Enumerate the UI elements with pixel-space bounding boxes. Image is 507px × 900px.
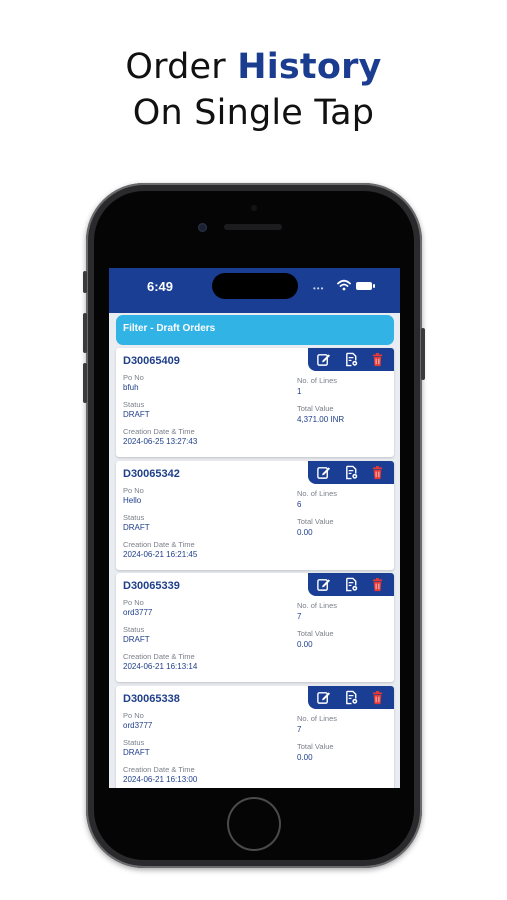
trash-icon[interactable] — [370, 690, 385, 705]
order-card[interactable]: D30065342 Po No Hello Status DRAFT Creation D… — [116, 461, 394, 570]
volume-down-button — [83, 363, 87, 403]
mute-switch — [83, 271, 87, 293]
lines-label: No. of Lines — [297, 714, 338, 723]
order-id: D30065339 — [123, 580, 180, 592]
po-no-value: Hello — [123, 496, 142, 505]
headline-plain: Order — [125, 47, 238, 87]
front-camera-icon — [198, 223, 207, 232]
po-no-value: ord3777 — [123, 608, 153, 617]
creation-value: 2024-06-21 16:21:45 — [123, 550, 198, 559]
po-no-label: Po No — [123, 486, 144, 495]
status-value: DRAFT — [123, 635, 150, 644]
order-id: D30065409 — [123, 355, 180, 367]
headline-accent: History — [237, 47, 382, 87]
card-actions — [308, 348, 394, 371]
status-time: 6:49 — [147, 279, 174, 294]
po-no-label: Po No — [123, 373, 144, 382]
document-view-icon[interactable] — [344, 577, 359, 592]
creation-value: 2024-06-25 13:27:43 — [123, 437, 198, 446]
total-label: Total Value — [297, 742, 334, 751]
document-view-icon[interactable] — [344, 352, 359, 367]
filter-label: Filter - Draft Orders — [123, 323, 216, 334]
creation-label: Creation Date & Time — [123, 427, 195, 436]
total-value: 0.00 — [297, 640, 313, 649]
card-actions — [308, 461, 394, 484]
creation-label: Creation Date & Time — [123, 540, 195, 549]
lines-label: No. of Lines — [297, 489, 338, 498]
headline-line-1: Order History — [0, 44, 507, 90]
creation-value: 2024-06-21 16:13:14 — [123, 662, 198, 671]
volume-up-button — [83, 313, 87, 353]
lines-value: 6 — [297, 500, 302, 509]
total-value: 4,371.00 INR — [297, 415, 345, 424]
creation-label: Creation Date & Time — [123, 652, 195, 661]
po-no-value: ord3777 — [123, 721, 153, 730]
total-value: 0.00 — [297, 528, 313, 537]
filter-bar[interactable]: Filter - Draft Orders — [116, 315, 394, 345]
wifi-icon — [337, 279, 351, 291]
home-button[interactable] — [227, 797, 281, 851]
card-actions — [308, 686, 394, 709]
creation-value: 2024-06-21 16:13:00 — [123, 775, 198, 784]
total-value: 0.00 — [297, 753, 313, 762]
document-view-icon[interactable] — [344, 465, 359, 480]
status-label: Status — [123, 400, 145, 409]
po-no-value: bfuh — [123, 383, 139, 392]
status-bar: 6:49 ••• — [109, 268, 400, 313]
power-button — [421, 328, 425, 380]
lines-value: 7 — [297, 612, 302, 621]
order-card[interactable]: D30065338 Po No ord3777 Status DRAFT Creation… — [116, 686, 394, 788]
lines-value: 1 — [297, 387, 302, 396]
creation-label: Creation Date & Time — [123, 765, 195, 774]
status-label: Status — [123, 513, 145, 522]
trash-icon[interactable] — [370, 577, 385, 592]
edit-icon[interactable] — [316, 352, 331, 367]
order-card[interactable]: D30065339 Po No ord3777 Status DRAFT Creation… — [116, 573, 394, 682]
trash-icon[interactable] — [370, 465, 385, 480]
dynamic-island — [212, 273, 298, 299]
order-id: D30065338 — [123, 693, 180, 705]
phone-frame: 6:49 ••• Filter - Draft Orders D30065409… — [83, 183, 425, 868]
order-card[interactable]: D30065409 Po No bfuh Status DRAFT Creation Da… — [116, 348, 394, 457]
proximity-sensor — [251, 205, 257, 211]
status-value: DRAFT — [123, 523, 150, 532]
total-label: Total Value — [297, 629, 334, 638]
lines-value: 7 — [297, 725, 302, 734]
promo-headline: Order History On Single Tap — [0, 44, 507, 136]
headline-line-2: On Single Tap — [132, 93, 375, 133]
order-id: D30065342 — [123, 468, 180, 480]
signal-dots-icon: ••• — [313, 284, 325, 293]
status-value: DRAFT — [123, 748, 150, 757]
document-view-icon[interactable] — [344, 690, 359, 705]
edit-icon[interactable] — [316, 690, 331, 705]
app-screen: 6:49 ••• Filter - Draft Orders D30065409… — [109, 268, 400, 788]
status-label: Status — [123, 738, 145, 747]
status-value: DRAFT — [123, 410, 150, 419]
battery-icon — [356, 282, 375, 290]
edit-icon[interactable] — [316, 465, 331, 480]
status-label: Status — [123, 625, 145, 634]
lines-label: No. of Lines — [297, 601, 338, 610]
edit-icon[interactable] — [316, 577, 331, 592]
total-label: Total Value — [297, 404, 334, 413]
trash-icon[interactable] — [370, 352, 385, 367]
lines-label: No. of Lines — [297, 376, 338, 385]
total-label: Total Value — [297, 517, 334, 526]
po-no-label: Po No — [123, 598, 144, 607]
po-no-label: Po No — [123, 711, 144, 720]
card-actions — [308, 573, 394, 596]
earpiece-speaker — [224, 224, 282, 230]
